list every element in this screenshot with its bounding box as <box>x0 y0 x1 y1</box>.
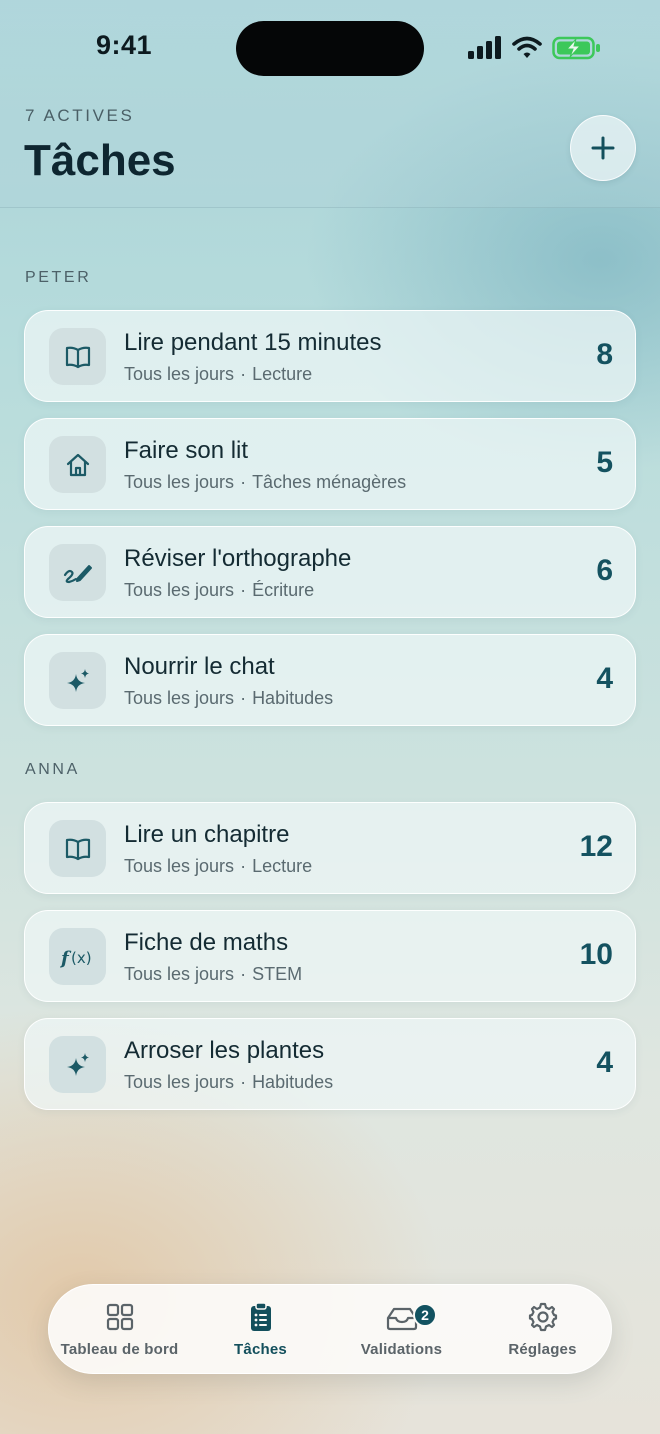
task-frequency: Tous les jours <box>124 1072 235 1092</box>
cellular-signal-icon <box>468 36 501 59</box>
home-icon <box>66 453 89 476</box>
grid-icon <box>106 1303 133 1331</box>
clipboard-list-icon <box>250 1302 271 1331</box>
sparkle-icon <box>66 1052 89 1076</box>
tab-validations[interactable]: 2 Validations <box>331 1285 472 1375</box>
battery-icon <box>552 36 600 60</box>
task-frequency: Tous les jours <box>124 856 235 876</box>
task-category: Lecture <box>252 856 313 876</box>
task-card[interactable]: Arroser les plantes Tous les jours · Habit… <box>24 1018 636 1110</box>
task-meta: Tous les jours · Lecture <box>124 856 313 876</box>
task-card[interactable]: Lire un chapitre Tous les jours · Lecture … <box>24 802 636 894</box>
tab-bar: Tableau de bord Tâches 2 Validations Rég… <box>48 1284 612 1374</box>
task-meta: Tous les jours · Lecture <box>124 364 313 384</box>
task-points: 6 <box>596 554 613 587</box>
task-points: 5 <box>596 446 613 479</box>
tab-label: Réglages <box>508 1341 577 1358</box>
task-category: Habitudes <box>252 1072 334 1092</box>
task-meta: Tous les jours · Écriture <box>124 580 315 600</box>
task-icon-tile <box>49 544 106 601</box>
svg-text:(x): (x) <box>71 949 92 967</box>
task-meta: Tous les jours · Tâches ménagères <box>124 472 407 492</box>
task-meta: Tous les jours · Habitudes <box>124 1072 334 1092</box>
task-points: 4 <box>596 662 613 695</box>
task-icon-tile: f (x) <box>49 928 106 985</box>
task-card[interactable]: Faire son lit Tous les jours · Tâches ména… <box>24 418 636 510</box>
task-title: Faire son lit <box>124 437 249 464</box>
tab-dashboard[interactable]: Tableau de bord <box>49 1285 190 1375</box>
add-task-button[interactable] <box>570 115 636 181</box>
task-points: 4 <box>596 1046 613 1079</box>
status-bar: 9:41 <box>0 0 660 96</box>
tab-settings[interactable]: Réglages <box>472 1285 613 1375</box>
page-title: Tâches <box>24 136 176 185</box>
tab-label: Tableau de bord <box>60 1341 179 1358</box>
pencil-icon <box>63 564 92 583</box>
task-frequency: Tous les jours <box>124 580 235 600</box>
task-icon-tile <box>49 328 106 385</box>
section-label-anna: ANNA <box>25 761 80 778</box>
task-meta: Tous les jours · STEM <box>124 964 303 984</box>
book-icon <box>65 346 90 368</box>
wifi-icon <box>512 36 542 58</box>
task-category: STEM <box>252 964 303 984</box>
book-icon <box>65 838 90 860</box>
task-frequency: Tous les jours <box>124 964 235 984</box>
task-card[interactable]: Lire pendant 15 minutes Tous les jours · L… <box>24 310 636 402</box>
tab-tasks[interactable]: Tâches <box>190 1285 331 1375</box>
task-title: Lire pendant 15 minutes <box>124 329 382 356</box>
tab-label: Validations <box>360 1341 443 1358</box>
task-card[interactable]: f (x) Fiche de maths Tous les jours · STEM… <box>24 910 636 1002</box>
task-icon-tile <box>49 1036 106 1093</box>
gear-icon <box>528 1302 557 1332</box>
section-label-peter: PETER <box>25 269 92 286</box>
task-frequency: Tous les jours <box>124 364 235 384</box>
task-title: Fiche de maths <box>124 929 289 956</box>
function-icon: f (x) <box>60 948 92 969</box>
task-category: Habitudes <box>252 688 334 708</box>
validations-badge: 2 <box>413 1303 437 1327</box>
task-title: Lire un chapitre <box>124 821 290 848</box>
task-points: 12 <box>579 830 613 863</box>
tab-label: Tâches <box>234 1341 287 1358</box>
task-frequency: Tous les jours <box>124 472 235 492</box>
task-category: Écriture <box>252 580 315 600</box>
task-category: Tâches ménagères <box>252 472 407 492</box>
task-icon-tile <box>49 652 106 709</box>
sparkle-icon <box>66 668 89 692</box>
active-count: 7 ACTIVES <box>25 106 135 125</box>
plus-icon <box>591 136 615 160</box>
task-title: Réviser l'orthographe <box>124 545 352 572</box>
dynamic-island <box>236 21 424 76</box>
task-icon-tile <box>49 820 106 877</box>
task-icon-tile <box>49 436 106 493</box>
task-title: Nourrir le chat <box>124 653 275 680</box>
task-card[interactable]: Nourrir le chat Tous les jours · Habitudes… <box>24 634 636 726</box>
task-frequency: Tous les jours <box>124 688 235 708</box>
task-card[interactable]: Réviser l'orthographe Tous les jours · Écr… <box>24 526 636 618</box>
task-points: 8 <box>596 338 613 371</box>
task-category: Lecture <box>252 364 313 384</box>
task-points: 10 <box>579 938 613 971</box>
task-meta: Tous les jours · Habitudes <box>124 688 334 708</box>
status-time: 9:41 <box>96 30 153 60</box>
task-title: Arroser les plantes <box>124 1037 325 1064</box>
